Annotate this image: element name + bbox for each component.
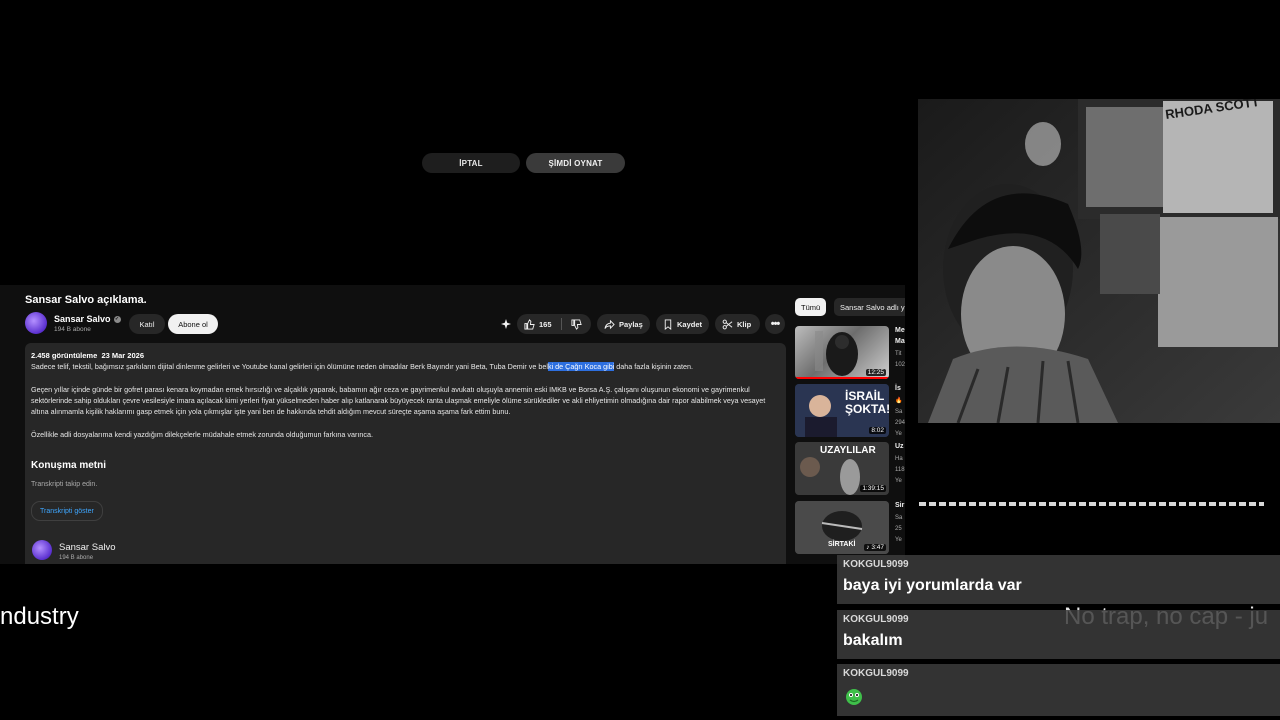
related-video-channel: Sa	[895, 515, 903, 521]
selected-text: ki de Çağrı Koca gibi	[547, 362, 615, 371]
chat-username[interactable]: KOKGUL9099	[843, 668, 909, 679]
watch-progress	[795, 377, 889, 379]
sparkle-icon	[501, 319, 511, 329]
video-title: Sansar Salvo açıklama.	[25, 294, 147, 306]
channel-avatar[interactable]	[25, 312, 47, 334]
related-video-title[interactable]: Uz	[895, 443, 904, 450]
description-paragraph: Geçen yıllar içinde günde bir gofret par…	[31, 385, 766, 416]
related-video-title[interactable]: Ma	[895, 338, 905, 345]
share-button[interactable]: Paylaş	[597, 314, 650, 334]
join-button[interactable]: Katıl	[129, 314, 165, 334]
cancel-button[interactable]: İPTAL	[422, 153, 520, 173]
related-video-views: 25	[895, 526, 902, 532]
related-video-title[interactable]: İs	[895, 385, 901, 392]
save-button[interactable]: Kaydet	[656, 314, 709, 334]
subscriber-count: 194 B abone	[59, 555, 94, 561]
chat-message: KOKGUL9099 bakalım	[837, 610, 1280, 659]
video-duration: 1:39:15	[860, 485, 886, 492]
related-video-channel: Sa	[895, 409, 903, 415]
dashed-divider	[919, 502, 1264, 506]
like-count[interactable]: 165	[539, 320, 552, 329]
share-icon	[604, 319, 615, 329]
divider	[560, 318, 562, 330]
transcript-subtitle: Transkripti takip edin.	[31, 481, 98, 488]
caption-text: ndustry	[0, 603, 79, 630]
chat-username[interactable]: KOKGUL9099	[843, 559, 909, 570]
video-thumbnail[interactable]: İSRAİL ŞOKTA! 8:02	[795, 384, 889, 437]
thumbs-up-icon[interactable]	[524, 318, 535, 330]
webcam-image: RHODA SCOTT	[918, 99, 1280, 423]
description-box[interactable]: 2.458 görüntüleme 23 Mar 2026 Sadece tel…	[25, 343, 786, 564]
channel-name[interactable]: Sansar Salvo ✓	[54, 314, 121, 324]
chat-text: bakalım	[843, 632, 903, 649]
description-text: daha fazla kişinin zaten.	[614, 362, 694, 371]
transcript-heading: Konuşma metni	[31, 460, 107, 471]
description-paragraph: Sadece telif, tekstil, bağımsız şarkılar…	[31, 361, 779, 372]
play-now-button[interactable]: ŞİMDİ OYNAT	[526, 153, 625, 173]
more-actions-button[interactable]: •••	[765, 314, 785, 334]
webcam-feed: RHODA SCOTT	[918, 99, 1280, 423]
filter-chip-channel[interactable]: Sansar Salvo adlı y	[834, 298, 905, 316]
related-video-channel: Ha	[895, 456, 903, 462]
video-duration: ♪ 3:47	[864, 544, 886, 551]
clip-button[interactable]: Klip	[715, 314, 760, 334]
description-text: Sadece telif, tekstil, bağımsız şarkılar…	[31, 362, 548, 371]
thumbnail-text: İSRAİL ŞOKTA!	[845, 389, 889, 416]
video-thumbnail[interactable]: UZAYLILAR 1:39:15	[795, 442, 889, 495]
channel-name-text[interactable]: Sansar Salvo	[54, 314, 111, 324]
like-dislike-group: 165	[517, 314, 591, 334]
related-video-views: 118	[895, 467, 905, 473]
related-video-views: 102	[895, 362, 905, 368]
upload-date: 23 Mar 2026	[101, 351, 144, 360]
duration-text: 3:47	[871, 544, 884, 551]
more-icon: •••	[770, 318, 781, 330]
related-video-badge: Ye	[895, 537, 902, 543]
chat-message: KOKGUL9099 baya iyi yorumlarda var	[837, 555, 1280, 604]
related-video-badge: Ye	[895, 478, 902, 484]
video-duration: 8:02	[869, 427, 886, 434]
show-transcript-button[interactable]: Transkripti göster	[31, 501, 103, 521]
scissors-icon	[722, 319, 733, 329]
channel-avatar[interactable]	[32, 540, 52, 560]
video-thumbnail[interactable]: 12:25	[795, 326, 889, 379]
save-label: Kaydet	[676, 319, 702, 329]
view-count: 2.458 görüntüleme	[31, 351, 98, 360]
clip-label: Klip	[737, 319, 752, 329]
music-note-icon: ♪	[866, 544, 870, 551]
chat-username[interactable]: KOKGUL9099	[843, 614, 909, 625]
chat-message: KOKGUL9099	[837, 664, 1280, 716]
related-video-views: 294	[895, 420, 905, 426]
green-creature-emote-icon	[846, 689, 862, 705]
subscribe-button[interactable]: Abone ol	[168, 314, 218, 334]
filter-chip-all[interactable]: Tümü	[795, 298, 827, 316]
subscriber-count: 194 B abone	[54, 326, 91, 333]
share-label: Paylaş	[619, 319, 643, 329]
chat-text: baya iyi yorumlarda var	[843, 577, 1022, 594]
channel-name[interactable]: Sansar Salvo	[59, 542, 116, 553]
thumbnail-text: SİRTAKİ	[828, 541, 856, 548]
thumbs-down-icon[interactable]	[570, 318, 582, 330]
fire-icon: 🔥	[895, 398, 903, 404]
verified-icon: ✓	[113, 315, 121, 323]
related-video-title[interactable]: Me	[895, 327, 905, 334]
video-thumbnail[interactable]: SİRTAKİ ♪ 3:47	[795, 501, 889, 554]
bookmark-icon	[664, 318, 672, 330]
video-duration: 12:25	[865, 369, 886, 376]
youtube-watch-page: Sansar Salvo açıklama. Sansar Salvo ✓ 19…	[0, 285, 905, 564]
ask-ai-button[interactable]	[496, 314, 516, 334]
thumbnail-text: UZAYLILAR	[820, 445, 876, 456]
description-paragraph: Özellikle adli dosyalarıma kendi yazdığı…	[31, 430, 373, 439]
related-video-channel: Tit	[895, 351, 902, 357]
related-video-title[interactable]: Sir	[895, 502, 904, 509]
related-video-badge: Ye	[895, 431, 902, 437]
description-meta: 2.458 görüntüleme 23 Mar 2026	[31, 351, 144, 360]
